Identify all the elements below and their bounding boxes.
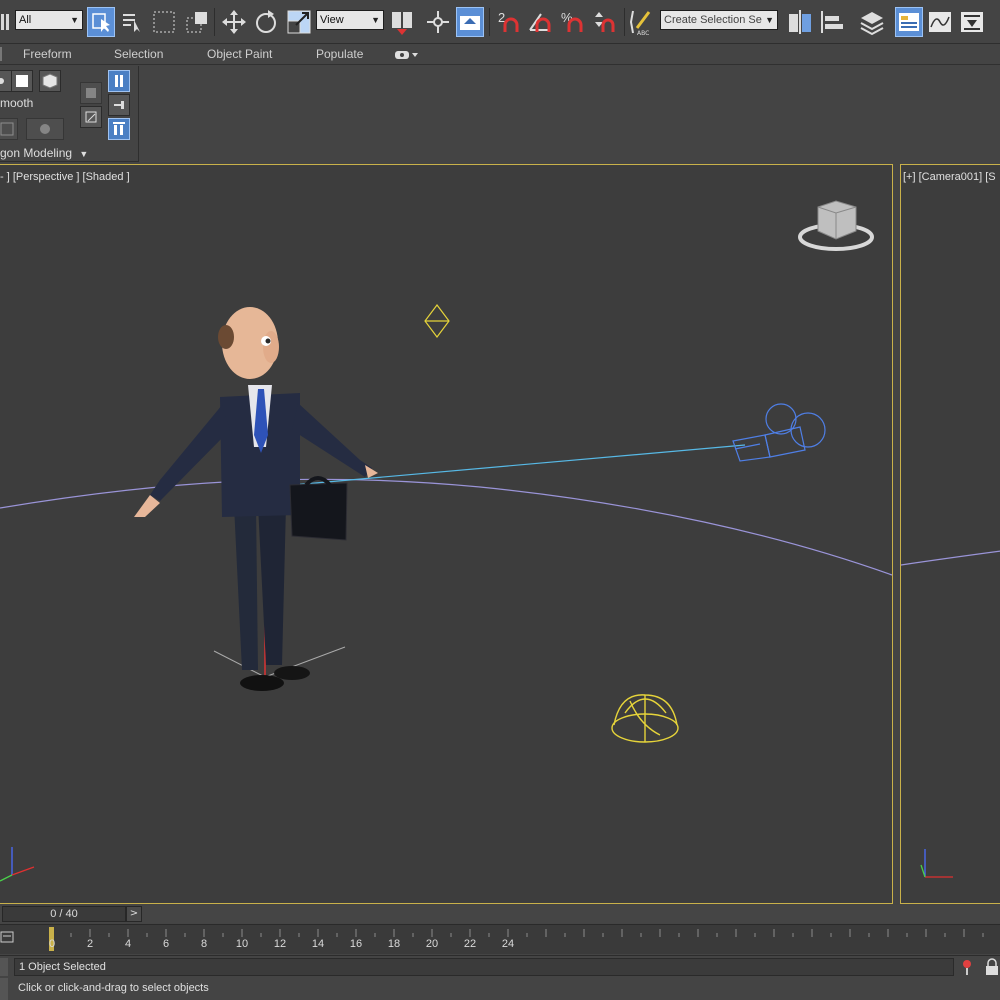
- frame-tick-label: 2: [86, 938, 94, 950]
- camera-object: [732, 403, 826, 462]
- paste-attribute-icon[interactable]: [80, 106, 102, 128]
- element-mode-icon[interactable]: [39, 70, 61, 92]
- businessman-character: [134, 307, 378, 691]
- use-pivot-point-center-button[interactable]: [388, 7, 416, 37]
- reference-coordinate-value: View: [320, 14, 344, 26]
- selection-info: 1 Object Selected: [14, 958, 954, 976]
- prompt-line: Click or click-and-drag to select object…: [0, 978, 1000, 1000]
- viewport-scene: [0, 200, 893, 882]
- use-displacement-icon[interactable]: [0, 118, 18, 140]
- ribbon-tab-edge: [0, 47, 2, 61]
- shaded-toggle-icon[interactable]: [26, 118, 64, 140]
- maxscript-listener-button[interactable]: [0, 958, 8, 976]
- percent-snap-label: %: [561, 10, 573, 25]
- toolbar-divider: [489, 8, 490, 36]
- chevron-down-icon: ▼: [765, 15, 774, 25]
- time-slider[interactable]: 0 / 40 >: [0, 905, 1000, 923]
- select-and-manipulate-button[interactable]: [424, 7, 452, 37]
- rectangular-selection-region-button[interactable]: [150, 7, 178, 37]
- toolbar-divider: [214, 8, 215, 36]
- select-by-name-button[interactable]: [118, 7, 146, 37]
- ribbon-options-button[interactable]: [394, 49, 420, 63]
- reference-coordinate-dropdown[interactable]: View ▼: [316, 10, 384, 30]
- curve-editor-icon[interactable]: [926, 7, 954, 37]
- frame-tick-label: 6: [162, 938, 170, 950]
- svg-text:ABC: ABC: [637, 30, 649, 36]
- time-slider-frame[interactable]: 0 / 40: [2, 906, 126, 922]
- listener-edge: [0, 978, 8, 1000]
- prompt-text: Click or click-and-drag to select object…: [18, 982, 209, 994]
- layer-manager-icon[interactable]: [858, 7, 886, 37]
- frame-tick-label: 14: [311, 938, 325, 950]
- polygon-modeling-panel: mooth gon Modeling ▼: [0, 66, 139, 162]
- preserve-uvs-icon[interactable]: [108, 70, 130, 92]
- edit-named-selection-sets-button[interactable]: ABC: [628, 7, 656, 37]
- panel-title-text: gon Modeling: [0, 146, 73, 160]
- copy-attribute-icon[interactable]: [80, 82, 102, 104]
- path-spline: [0, 478, 893, 576]
- angle-snap-toggle-button[interactable]: [527, 7, 555, 37]
- viewport-divider[interactable]: [893, 164, 900, 904]
- chevron-down-icon: ▼: [70, 15, 79, 25]
- nurms-smooth-label: mooth: [0, 96, 34, 110]
- tab-object-paint[interactable]: Object Paint: [207, 47, 272, 61]
- rotate-icon[interactable]: [252, 7, 280, 37]
- tab-populate[interactable]: Populate: [316, 47, 363, 61]
- tab-freeform[interactable]: Freeform: [23, 47, 72, 61]
- track-bar[interactable]: 0 2 4 6 8 10 12 14 16 18 20 22 24: [0, 924, 1000, 954]
- named-selection-sets-value: Create Selection Se: [664, 14, 762, 26]
- mirror-icon[interactable]: [786, 7, 814, 37]
- panel-title[interactable]: gon Modeling ▼: [0, 146, 88, 160]
- frame-tick-label: 8: [200, 938, 208, 950]
- tab-selection[interactable]: Selection: [114, 47, 163, 61]
- path-spline: [901, 550, 1000, 566]
- window-crossing-toggle-button[interactable]: [183, 7, 211, 37]
- selection-filter-dropdown[interactable]: All ▼: [15, 10, 83, 30]
- toolbar-divider: [624, 8, 625, 36]
- frame-tick-label: 16: [349, 938, 363, 950]
- skylight-dome: [611, 694, 679, 743]
- track-bar-ruler: [49, 927, 984, 951]
- scale-icon[interactable]: [285, 7, 313, 37]
- keyboard-shortcut-override-button[interactable]: [456, 7, 484, 37]
- frame-tick-label: 0: [48, 938, 56, 950]
- frame-tick-label: 10: [235, 938, 249, 950]
- next-frame-button[interactable]: >: [126, 906, 142, 922]
- viewcube-icon: [798, 200, 874, 251]
- frame-tick-label: 18: [387, 938, 401, 950]
- percent-snap-toggle-button[interactable]: %: [559, 7, 587, 37]
- isolate-selection-icon[interactable]: [958, 958, 976, 980]
- show-end-result-icon[interactable]: [108, 118, 130, 140]
- light-helper: [424, 304, 450, 338]
- named-selection-sets-dropdown[interactable]: Create Selection Se ▼: [660, 10, 778, 30]
- schematic-view-icon[interactable]: [958, 7, 986, 37]
- polygon-mode-icon[interactable]: [11, 70, 33, 92]
- scene-explorer-button[interactable]: [895, 7, 923, 37]
- frame-tick-label: 22: [463, 938, 477, 950]
- spinner-snap-toggle-button[interactable]: [591, 7, 619, 37]
- camera-viewport-scene: [901, 550, 1000, 878]
- frame-tick-label: 20: [425, 938, 439, 950]
- tick-marks: [51, 929, 984, 937]
- status-bar: 1 Object Selected: [0, 955, 1000, 977]
- align-icon[interactable]: [818, 7, 846, 37]
- frame-tick-label: 24: [501, 938, 515, 950]
- ribbon-tab-bar: Freeform Selection Object Paint Populate: [0, 45, 1000, 65]
- chevron-down-icon: ▼: [371, 15, 380, 25]
- move-icon[interactable]: [220, 7, 248, 37]
- selection-lock-icon[interactable]: [984, 958, 1000, 980]
- selection-filter-value: All: [19, 14, 32, 26]
- pin-stack-icon[interactable]: [108, 94, 130, 116]
- select-object-button[interactable]: [87, 7, 115, 37]
- perspective-viewport[interactable]: - ] [Perspective ] [Shaded ]: [0, 164, 893, 904]
- frame-tick-label: 12: [273, 938, 287, 950]
- snaps-toggle-button[interactable]: 2: [495, 7, 523, 37]
- chevron-down-icon: ▼: [79, 149, 89, 159]
- axis-tripod-icon: [0, 847, 35, 882]
- camera-viewport[interactable]: [+] [Camera001] [S: [900, 164, 1000, 904]
- main-toolbar: All ▼ View ▼ 2 % ABC Create Selection Se…: [0, 0, 1000, 44]
- axis-tripod-icon: [920, 849, 953, 878]
- frame-tick-label: 4: [124, 938, 132, 950]
